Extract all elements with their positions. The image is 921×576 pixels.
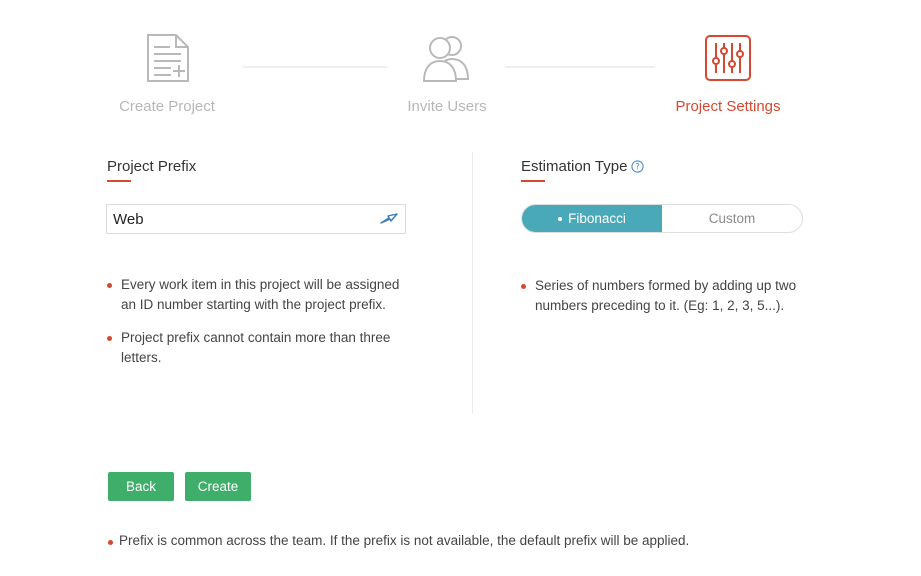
custom-option[interactable]: Custom (662, 205, 802, 232)
document-icon (143, 33, 191, 88)
project-prefix-title: Project Prefix (107, 158, 197, 175)
list-item: Every work item in this project will be … (107, 275, 417, 315)
sliders-icon (703, 33, 753, 88)
create-button[interactable]: Create (185, 472, 251, 501)
selected-dot (558, 216, 563, 221)
project-prefix-input[interactable] (113, 210, 379, 228)
title-underline (107, 180, 131, 182)
step-project-settings: Project Settings (638, 32, 818, 115)
step-label: Create Project (119, 98, 215, 115)
bullet-dot (521, 284, 526, 289)
users-icon (416, 33, 478, 88)
bullet-dot (108, 540, 113, 545)
back-button[interactable]: Back (108, 472, 174, 501)
title-underline (521, 180, 545, 182)
list-item: Project prefix cannot contain more than … (107, 328, 417, 368)
list-item: Series of numbers formed by adding up tw… (521, 276, 811, 316)
step-label: Invite Users (407, 98, 487, 115)
edit-icon[interactable] (379, 211, 399, 227)
column-divider (472, 152, 473, 414)
project-prefix-field[interactable] (106, 204, 406, 234)
bullet-dot (107, 336, 112, 341)
estimation-type-toggle[interactable]: Fibonacci Custom (521, 204, 803, 233)
step-invite-users: Invite Users (357, 32, 537, 115)
fibonacci-option[interactable]: Fibonacci (522, 205, 662, 232)
bullet-dot (107, 283, 112, 288)
svg-text:?: ? (635, 163, 640, 173)
estimation-info-list: Series of numbers formed by adding up tw… (521, 276, 811, 329)
estimation-type-title: Estimation Type (521, 158, 628, 175)
help-icon[interactable]: ? (631, 160, 644, 173)
footnote: Prefix is common across the team. If the… (108, 533, 689, 548)
step-label: Project Settings (675, 98, 781, 115)
prefix-info-list: Every work item in this project will be … (107, 275, 417, 381)
step-create-project: Create Project (77, 32, 257, 115)
